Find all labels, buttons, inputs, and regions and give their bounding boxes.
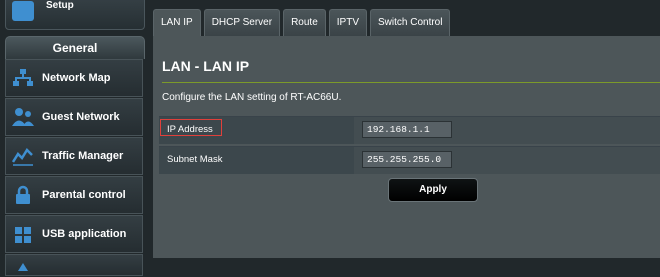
- subnet-mask-input[interactable]: [362, 151, 452, 168]
- sidebar-item-usb-application[interactable]: USB application: [5, 215, 143, 253]
- sidebar-item-next[interactable]: [5, 254, 143, 276]
- usb-application-icon: [11, 223, 35, 245]
- guest-network-icon: [11, 106, 35, 128]
- ip-address-input[interactable]: [362, 121, 452, 138]
- aicloud-icon: [11, 254, 35, 276]
- sidebar-item-parental-control[interactable]: Parental control: [5, 176, 143, 214]
- tab-dhcp-server[interactable]: DHCP Server: [203, 9, 281, 36]
- general-section-header: General: [5, 36, 145, 59]
- tab-bar: LAN IP DHCP Server Route IPTV Switch Con…: [153, 9, 453, 36]
- apply-button[interactable]: Apply: [388, 178, 478, 202]
- tab-iptv[interactable]: IPTV: [328, 9, 367, 36]
- page-description: Configure the LAN setting of RT-AC66U.: [162, 92, 342, 103]
- table-row: Subnet Mask: [159, 146, 660, 174]
- network-map-icon: [11, 67, 35, 89]
- sidebar: Quick Internet Setup General Network Map: [0, 0, 150, 276]
- sidebar-item-label: USB application: [42, 228, 127, 240]
- main-panel: LAN IP DHCP Server Route IPTV Switch Con…: [150, 0, 660, 258]
- content-area: LAN - LAN IP Configure the LAN setting o…: [153, 36, 660, 258]
- sidebar-item-traffic-manager[interactable]: Traffic Manager: [5, 137, 143, 175]
- quick-setup-label: Quick Internet Setup: [46, 0, 74, 11]
- label-cell: Subnet Mask: [159, 147, 354, 174]
- sidebar-item-label: Parental control: [42, 189, 126, 201]
- sidebar-item-network-map[interactable]: Network Map: [5, 59, 143, 97]
- title-divider: [162, 82, 660, 83]
- label-cell: IP Address: [159, 117, 354, 144]
- traffic-manager-icon: [11, 145, 35, 167]
- tab-switch-control[interactable]: Switch Control: [370, 9, 451, 36]
- subnet-mask-label: Subnet Mask: [167, 154, 223, 165]
- lan-settings-table: IP Address Subnet Mask: [159, 116, 660, 176]
- quick-internet-setup-button[interactable]: Quick Internet Setup: [5, 0, 145, 30]
- page-title: LAN - LAN IP: [162, 58, 250, 74]
- table-row: IP Address: [159, 116, 660, 144]
- quick-setup-icon: [12, 1, 34, 21]
- ip-address-label: IP Address: [167, 124, 213, 135]
- sidebar-item-guest-network[interactable]: Guest Network: [5, 98, 143, 136]
- general-menu: Network Map Guest Network Traffic Manage…: [5, 59, 143, 277]
- tab-route[interactable]: Route: [283, 9, 326, 36]
- tab-lan-ip[interactable]: LAN IP: [153, 9, 201, 36]
- sidebar-item-label: Traffic Manager: [42, 150, 124, 162]
- sidebar-item-label: Network Map: [42, 72, 111, 84]
- parental-control-icon: [11, 184, 35, 206]
- sidebar-item-label: Guest Network: [42, 111, 120, 123]
